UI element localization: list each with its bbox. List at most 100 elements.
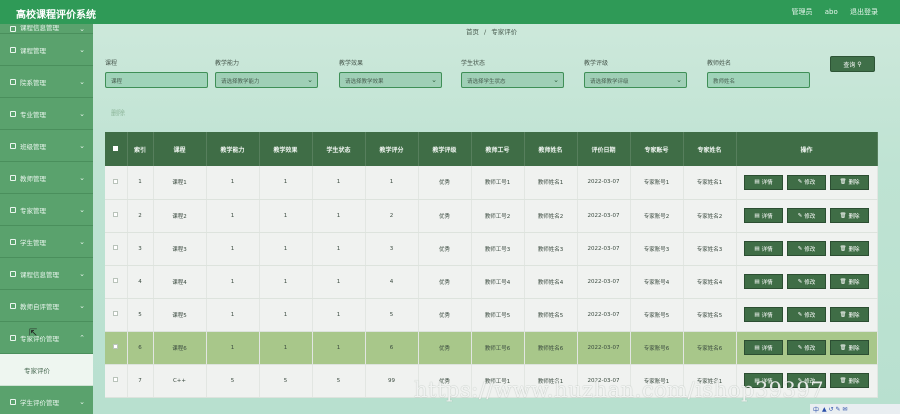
detail-button[interactable]: ▤ 详情 [744,307,783,322]
sidebar-item[interactable]: 院系管理 ⌄ [0,66,93,98]
ability-select[interactable]: 请选择教学能力 ⌄ [215,72,318,88]
trash-icon: 🗑 [839,278,847,285]
table-cell: 1 [312,265,366,299]
effect-select[interactable]: 请选择教学效果 ⌄ [339,72,442,88]
row-checkbox[interactable] [113,178,119,184]
teacher-input[interactable]: 教师姓名 [707,72,810,88]
column-header[interactable] [105,132,128,166]
table-row[interactable]: 5 课程5 1 1 1 5 优秀 教师工号5 教师姓名5 2022-03-07 专家账号5 专家姓名5… [105,298,878,332]
chevron-down-icon: ⌄ [79,78,85,86]
table-cell: 1 [259,265,313,299]
sidebar-subitem-expert-eval[interactable]: 专家评价 [0,354,93,386]
edit-button[interactable]: ✎ 修改 [787,174,826,190]
trash-icon: 🗑 [839,377,847,384]
detail-button[interactable]: ▤ 详情 [744,340,783,355]
detail-button[interactable]: ▤ 详情 [744,174,783,190]
select-all-checkbox[interactable] [113,145,119,151]
breadcrumb-current: 专家评价 [491,28,518,36]
table-row[interactable]: 1 课程1 1 1 1 1 优秀 教师工号1 教师姓名1 2022-03-07 专家账号1 专家姓名1… [105,166,878,200]
table-cell: 2022-03-07 [577,199,631,233]
edit-button[interactable]: ✎ 修改 [787,274,826,289]
sidebar-item[interactable]: 专家管理 ⌄ [0,194,93,226]
delete-button[interactable]: 🗑 删除 [830,373,869,388]
course-input[interactable]: 课程 [105,72,208,88]
detail-button[interactable]: ▤ 详情 [744,208,783,223]
detail-button[interactable]: ▤ 详情 [744,241,783,256]
delete-button[interactable]: 🗑 删除 [830,340,869,355]
table-cell: 1 [312,298,366,332]
actions-cell: ▤ 详情 ✎ 修改 🗑 删除 [736,232,878,266]
row-actions: ▤ 详情 ✎ 修改 🗑 删除 [737,174,877,190]
table-row[interactable]: 3 课程3 1 1 1 3 优秀 教师工号3 教师姓名3 2022-03-07 专家账号3 专家姓名3… [105,232,878,266]
eval-select[interactable]: 请选择教学评级 ⌄ [584,72,687,88]
status-select[interactable]: 请选择学生状态 ⌄ [461,72,564,88]
tray-icons[interactable]: ▲ ↺ ✎ ✉ [822,406,847,413]
sidebar-item-label: 专业管理 [20,110,46,119]
breadcrumb-home[interactable]: 首页 [466,28,479,36]
sidebar-item[interactable]: 专家评价管理 ⌃ [0,322,93,354]
edit-button-label: 修改 [804,279,816,286]
table-cell: 教师姓名6 [524,331,578,365]
sidebar-item[interactable]: 教师自评管理 ⌄ [0,290,93,322]
sidebar-item[interactable]: 课程信息管理 ⌄ [0,258,93,290]
sidebar-item[interactable]: 班级管理 ⌄ [0,130,93,162]
edit-button[interactable]: ✎ 修改 [787,307,826,322]
table-cell: 专家账号2 [630,199,684,233]
sidebar: 课程信息管理 ⌄ 课程管理 ⌄ 院系管理 ⌄ 专业管理 ⌄ 班级管理 ⌄ 教师管理 ⌄ 专家管理 ⌄ 学生管… [0,24,93,414]
delete-button[interactable]: 🗑 删除 [830,274,869,289]
row-checkbox[interactable] [113,278,119,283]
app-title: 高校课程评价系统 [16,10,96,21]
batch-delete-button[interactable]: 删除 [111,108,125,118]
sidebar-item[interactable]: 课程信息管理 ⌄ [0,24,93,34]
delete-button[interactable]: 🗑 删除 [830,208,869,223]
sidebar-item[interactable]: 学生管理 ⌄ [0,226,93,258]
table-cell: 优秀 [418,298,472,332]
row-checkbox[interactable] [113,212,119,217]
actions-cell: ▤ 详情 ✎ 修改 🗑 删除 [736,265,878,299]
row-actions: ▤ 详情 ✎ 修改 🗑 删除 [737,241,877,256]
row-checkbox[interactable] [113,377,119,382]
table-cell: 专家姓名4 [683,265,737,299]
table-row[interactable]: 6 课程6 1 1 1 6 优秀 教师工号6 教师姓名6 2022-03-07 专家账号6 专家姓名6… [105,331,878,365]
delete-button[interactable]: 🗑 删除 [830,174,869,190]
chevron-down-icon: ⌄ [79,46,85,54]
user-name: abo [824,8,838,16]
edit-button[interactable]: ✎ 修改 [787,208,826,223]
table-cell: 1 [312,232,366,266]
delete-button[interactable]: 🗑 删除 [830,241,869,256]
chevron-down-icon: ⌄ [676,76,682,84]
edit-button[interactable]: ✎ 修改 [787,241,826,256]
delete-button-label: 删除 [848,246,860,253]
table-cell: 优秀 [418,265,472,299]
table-cell: 教师工号5 [471,298,525,332]
table-cell: 教师姓名3 [524,232,578,266]
table-row[interactable]: 4 课程4 1 1 1 4 优秀 教师工号4 教师姓名4 2022-03-07 专家账号4 专家姓名4… [105,265,878,299]
sidebar-item[interactable]: 教师管理 ⌄ [0,162,93,194]
detail-button-label: 详情 [761,180,773,187]
table-cell: 6 [365,331,419,365]
edit-button-label: 修改 [804,180,816,187]
column-header: 专家账号 [630,132,684,166]
sidebar-item[interactable]: 学生评价管理 ⌄ [0,386,93,414]
status-filter: 学生状态 请选择学生状态 ⌄ [461,58,564,88]
row-checkbox[interactable] [113,344,119,349]
course-filter-label: 课程 [105,60,118,67]
sidebar-item-label: 教师自评管理 [20,302,59,311]
sidebar-item-label: 教师管理 [20,174,46,183]
taskbar: 中 ▲ ↺ ✎ ✉ [810,404,900,414]
edit-button[interactable]: ✎ 修改 [787,340,826,355]
sidebar-item[interactable]: 专业管理 ⌄ [0,98,93,130]
row-checkbox[interactable] [113,311,119,316]
ime-indicator[interactable]: 中 [813,405,819,414]
detail-button[interactable]: ▤ 详情 [744,274,783,289]
eval-select-placeholder: 请选择教学评级 [590,79,629,85]
row-checkbox[interactable] [113,245,119,250]
logout-link[interactable]: 退出登录 [850,8,878,16]
column-header: 评价日期 [577,132,631,166]
menu-icon [10,302,16,309]
chevron-down-icon: ⌄ [79,110,85,118]
sidebar-item[interactable]: 课程管理 ⌄ [0,34,93,66]
search-button[interactable]: 查询 ⚲ [830,56,875,72]
delete-button[interactable]: 🗑 删除 [830,307,869,322]
table-row[interactable]: 2 课程2 1 1 1 2 优秀 教师工号2 教师姓名2 2022-03-07 专家账号2 专家姓名2… [105,199,878,233]
